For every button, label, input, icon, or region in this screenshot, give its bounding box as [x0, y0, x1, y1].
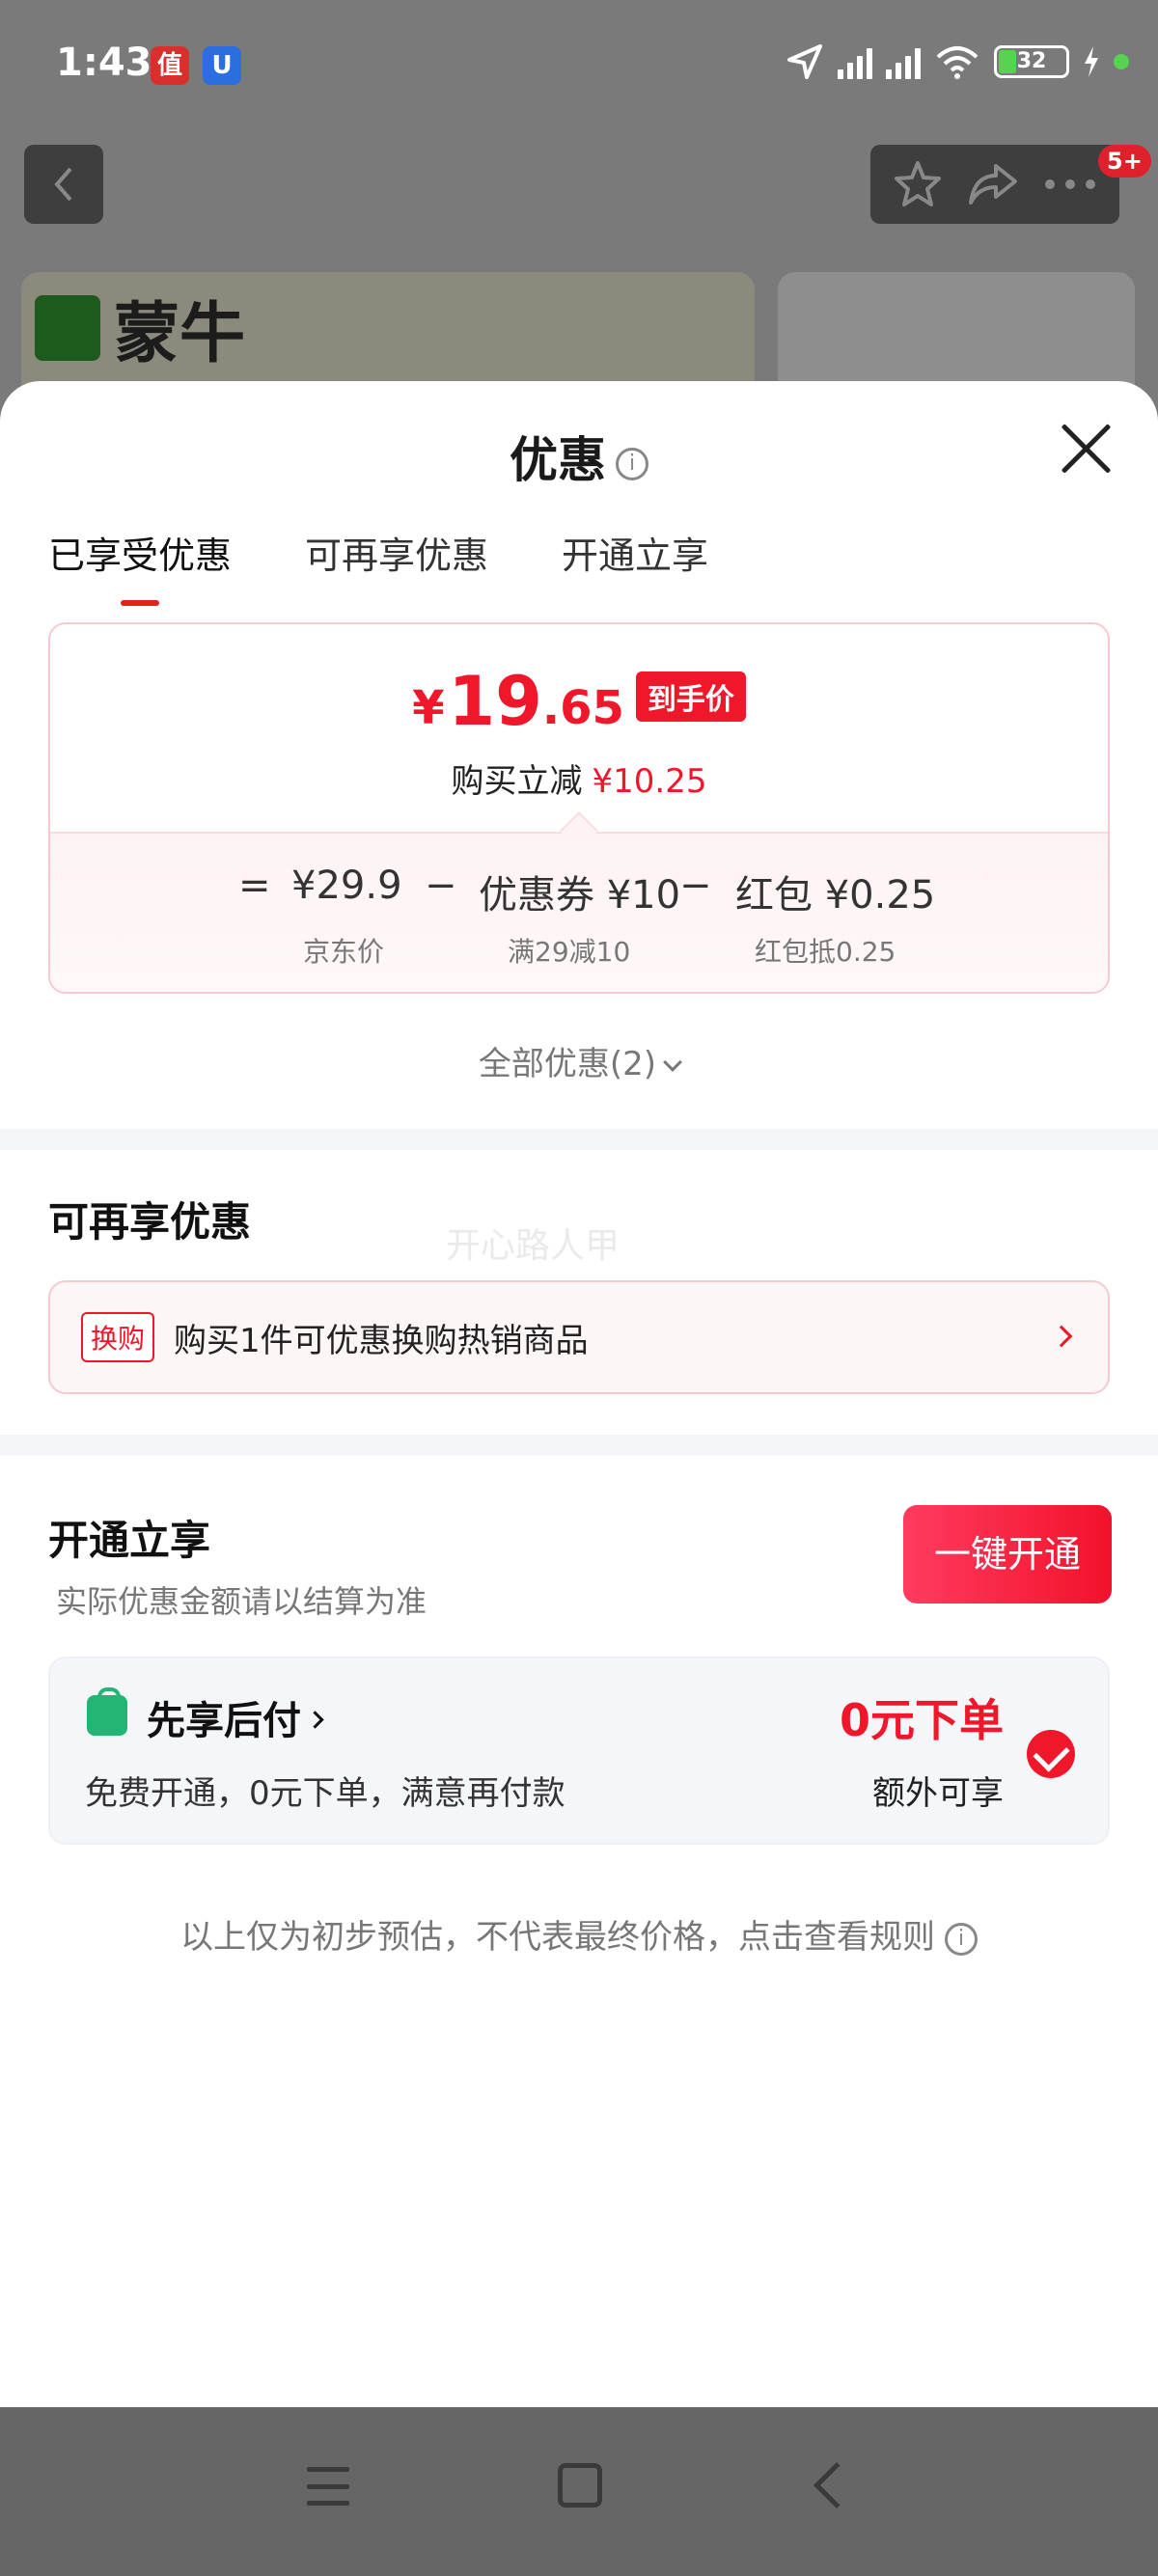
sheet-title: 优惠 i — [0, 422, 1158, 491]
chevron-left-icon — [54, 167, 72, 202]
system-nav-bar — [0, 2407, 1158, 2576]
app-notification-icon: U — [203, 46, 241, 85]
zero-text: 元下单 — [870, 1694, 1004, 1746]
more-icon[interactable] — [1043, 178, 1097, 191]
one-click-open-button[interactable]: 一键开通 — [903, 1505, 1112, 1603]
all-deals-label: 全部优惠(2) — [478, 1045, 657, 1083]
charging-icon — [1085, 46, 1098, 77]
page-actions — [870, 145, 1119, 224]
tab-open-enjoy[interactable]: 开通立享 — [562, 526, 708, 606]
back-icon[interactable] — [813, 2461, 861, 2509]
app-notification-icon: 值 — [151, 46, 189, 85]
battery-level: 32 — [1016, 49, 1047, 73]
final-price-tag: 到手价 — [635, 671, 746, 722]
location-icon — [787, 44, 822, 79]
chevron-right-icon — [306, 1711, 324, 1729]
price-decimal: .65 — [541, 681, 624, 735]
price-integer: 19 — [448, 662, 542, 741]
extra-benefit: 额外可享 — [872, 1774, 1004, 1813]
all-deals-toggle[interactable]: 全部优惠(2) — [0, 1037, 1158, 1084]
brand-name: 蒙牛 — [114, 296, 246, 372]
status-indicators: 32 — [786, 42, 1129, 81]
coupon-rule: 满29减10 — [508, 936, 631, 968]
jd-price: ¥29.9 — [291, 863, 402, 908]
redpacket-value: 红包 ¥0.25 — [735, 873, 936, 918]
tab-more-deals[interactable]: 可再享优惠 — [305, 526, 488, 606]
status-bar: 1:43 值 U 32 — [0, 0, 1158, 130]
tab-enjoyed[interactable]: 已享受优惠 — [48, 526, 232, 606]
recents-icon[interactable] — [307, 2467, 349, 2506]
brand-logo: 蒙牛 — [35, 280, 245, 375]
disclaimer-text: 以上仅为初步预估，不代表最终价格，点击查看规则 — [180, 1918, 935, 1957]
final-price-area: ¥ 19 .65 到手价 购买立减 ¥10.25 — [50, 624, 1108, 832]
zero-number: 0 — [839, 1694, 870, 1746]
star-icon[interactable] — [893, 159, 943, 209]
sheet-title-text: 优惠 — [510, 432, 606, 488]
status-time: 1:43 — [56, 41, 152, 85]
back-button[interactable] — [24, 145, 103, 224]
pay-later-label: 先享后付 — [147, 1699, 301, 1743]
exchange-tag: 换购 — [81, 1312, 155, 1362]
more-deals-title: 可再享优惠 — [48, 1198, 252, 1246]
zero-yuan-order: 0元下单 — [840, 1685, 1004, 1749]
checkmark-icon[interactable] — [1027, 1730, 1075, 1778]
open-enjoy-title: 开通立享 — [48, 1517, 211, 1564]
shopping-bag-icon — [87, 1687, 127, 1736]
wifi-icon — [936, 46, 979, 79]
reduction-label: 购买立减 — [451, 762, 583, 801]
exchange-offer[interactable]: 换购 购买1件可优惠换购热销商品 — [48, 1280, 1110, 1394]
minus-sign: − — [425, 863, 457, 908]
reduction-amount: ¥10.25 — [592, 762, 707, 801]
equals-sign: = — [238, 863, 271, 908]
minus-sign: − — [679, 863, 712, 908]
jd-price-label: 京东价 — [303, 936, 385, 968]
coupon-value: 优惠券 ¥10 — [479, 873, 681, 918]
info-icon: i — [945, 1922, 978, 1956]
notification-badge: 5+ — [1098, 145, 1151, 178]
signal-icon — [838, 44, 872, 79]
section-divider — [0, 1129, 1158, 1150]
signal-icon — [886, 44, 921, 79]
share-icon[interactable] — [967, 160, 1019, 208]
mic-indicator-icon — [1114, 54, 1129, 69]
pay-later-description: 免费开通，0元下单，满意再付款 — [85, 1774, 565, 1813]
chevron-down-icon — [663, 1053, 682, 1072]
tabs: 已享受优惠 可再享优惠 开通立享 — [48, 526, 708, 606]
exchange-text: 购买1件可优惠换购热销商品 — [174, 1321, 589, 1360]
price-card: ¥ 19 .65 到手价 购买立减 ¥10.25 = ¥29.9 京东价 − 优惠… — [48, 622, 1110, 994]
info-icon[interactable]: i — [616, 447, 648, 480]
pay-later-title[interactable]: 先享后付 — [147, 1689, 324, 1745]
watermark: 开心路人甲 — [446, 1226, 620, 1266]
redpacket-rule: 红包抵0.25 — [755, 936, 896, 968]
discount-sheet: 优惠 i 已享受优惠 可再享优惠 开通立享 ¥ 19 .65 到手价 购买立减 ¥1… — [0, 381, 1158, 2407]
currency-symbol: ¥ — [412, 681, 445, 735]
pay-later-card[interactable]: 先享后付 免费开通，0元下单，满意再付款 0元下单 额外可享 — [48, 1657, 1110, 1845]
settlement-note: 实际优惠金额请以结算为准 — [56, 1583, 427, 1620]
chevron-right-icon — [1050, 1325, 1073, 1348]
battery-icon: 32 — [994, 45, 1069, 78]
home-icon[interactable] — [558, 2463, 602, 2507]
instant-reduction: 购买立减 ¥10.25 — [50, 754, 1108, 802]
final-price: ¥ 19 .65 到手价 — [50, 668, 1108, 735]
close-icon[interactable] — [1057, 420, 1115, 478]
disclaimer[interactable]: 以上仅为初步预估，不代表最终价格，点击查看规则 i — [0, 1910, 1158, 1958]
section-divider — [0, 1435, 1158, 1456]
